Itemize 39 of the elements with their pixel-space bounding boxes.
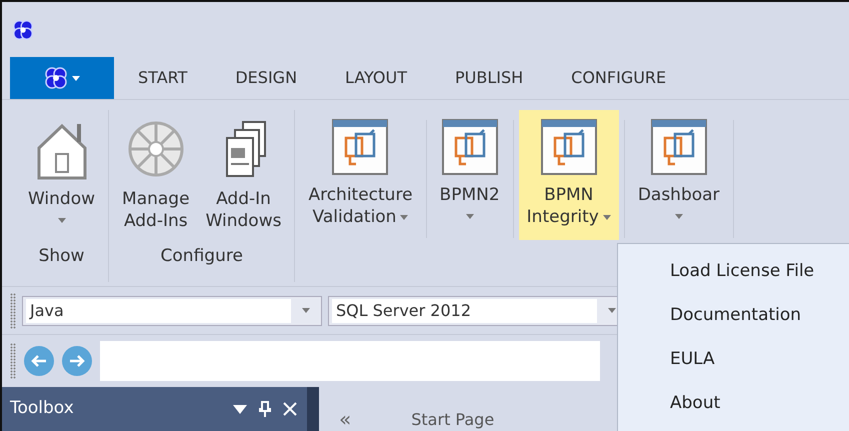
address-field[interactable] <box>100 341 600 381</box>
caret-icon <box>72 76 80 80</box>
menu-tab[interactable]: DESIGN <box>211 66 322 90</box>
menu-tab[interactable]: PUBLISH <box>431 66 548 90</box>
add-in-window-icon <box>331 118 390 176</box>
add-in-window-icon <box>440 118 499 176</box>
forward-button[interactable] <box>62 346 92 376</box>
caret-icon <box>302 308 310 313</box>
ribbon-button[interactable]: Window <box>20 110 104 240</box>
select-field[interactable]: Java <box>22 296 322 326</box>
close-icon[interactable] <box>283 402 297 416</box>
left-arrow-icon <box>31 354 47 368</box>
add-in-window-icon <box>650 118 708 176</box>
panel-title: Toolbox <box>10 397 75 420</box>
menu-item[interactable]: About <box>618 382 849 426</box>
menu-tab[interactable]: LAYOUT <box>321 66 431 90</box>
ribbon-button[interactable]: BPMN Integrity <box>518 110 619 240</box>
dropdown-icon[interactable] <box>233 404 247 414</box>
add-in-window-icon <box>540 118 598 176</box>
right-arrow-icon <box>69 354 85 368</box>
logo-icon <box>12 18 34 40</box>
pin-icon[interactable] <box>259 401 271 417</box>
menu-tab[interactable]: CONFIGURE <box>547 66 690 90</box>
document-tab[interactable]: Start Page <box>411 409 494 431</box>
menu-item[interactable]: Load License File <box>618 250 849 294</box>
caret-icon <box>608 308 616 313</box>
ribbon-button[interactable]: Architecture Validation <box>300 110 421 240</box>
group-label: Configure <box>160 245 243 268</box>
back-button[interactable] <box>24 346 54 376</box>
scroll-left-button[interactable]: « <box>339 407 352 431</box>
app-menu-button[interactable] <box>10 57 114 99</box>
menu-tab[interactable]: START <box>114 66 212 90</box>
ribbon-button[interactable]: Manage Add-Ins <box>114 110 198 240</box>
ribbon-button[interactable]: Add-In Windows <box>198 110 290 240</box>
group-label: Show <box>38 245 84 268</box>
ribbon-button[interactable]: Dashboar <box>630 110 728 240</box>
menu-item[interactable]: EULA <box>618 338 849 382</box>
ribbon-button[interactable]: BPMN2 <box>432 110 508 240</box>
logo-icon <box>44 66 68 90</box>
